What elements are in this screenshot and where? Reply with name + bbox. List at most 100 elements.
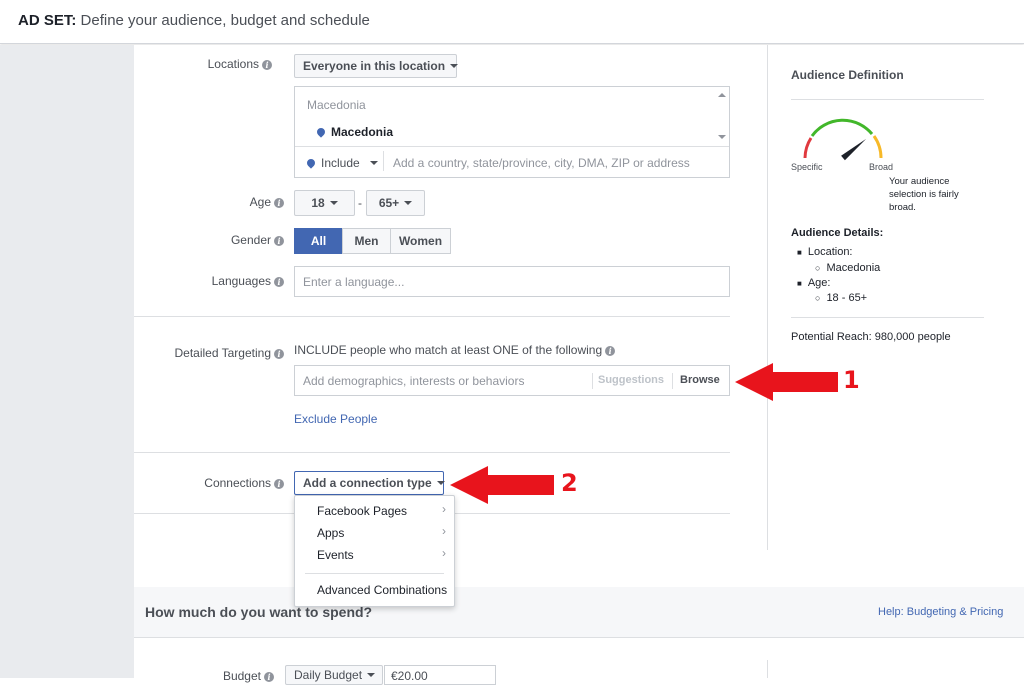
audience-detail-value: 18 - 65+ <box>826 292 868 304</box>
location-pin-icon <box>315 126 327 138</box>
gauge-description: Your audience selection is fairly broad. <box>889 175 959 214</box>
location-list[interactable]: Macedonia Macedonia <box>295 87 729 147</box>
annotation-arrow-2 <box>450 466 554 504</box>
chevron-down-icon <box>450 64 459 68</box>
annotation-number-2: 2 <box>561 469 578 497</box>
location-scope-dropdown[interactable]: Everyone in this location <box>294 54 459 78</box>
location-selector: Macedonia Macedonia Include Add a countr… <box>294 86 730 178</box>
locations-label: Locations i <box>208 57 272 71</box>
age-min-value: 18 <box>311 196 325 210</box>
info-icon[interactable]: i <box>605 346 616 356</box>
selected-location[interactable]: Macedonia <box>315 125 394 139</box>
section-divider <box>455 513 730 514</box>
location-group-title: Macedonia <box>307 98 366 112</box>
location-pin-icon <box>305 157 317 169</box>
gender-all-button[interactable]: All <box>294 228 343 254</box>
page-title: AD SET: Define your audience, budget and… <box>18 12 370 29</box>
browse-button[interactable]: Browse <box>680 374 720 386</box>
side-panel-divider <box>767 660 768 678</box>
age-max-value: 65+ <box>378 196 400 210</box>
location-list-scrollbar[interactable] <box>715 87 729 147</box>
menu-divider <box>305 573 444 574</box>
gauge-description-line: selection is fairly <box>889 189 959 200</box>
menu-item-label: Advanced Combinations <box>317 583 448 597</box>
info-icon[interactable]: i <box>274 349 284 359</box>
location-scope-label: Everyone in this location <box>303 59 446 73</box>
menu-item-label: Apps <box>317 526 345 540</box>
chevron-down-icon <box>369 161 378 165</box>
spend-section-header: How much do you want to spend? Help: Bud… <box>134 587 1024 638</box>
section-divider <box>134 513 294 514</box>
languages-label: Languages i <box>212 274 284 288</box>
age-min-dropdown[interactable]: 18 <box>294 190 355 216</box>
audience-details-title: Audience Details: <box>791 227 884 239</box>
location-search-input[interactable]: Add a country, state/province, city, DMA… <box>393 156 713 170</box>
menu-item-apps[interactable]: Apps › <box>295 524 454 544</box>
selected-location-label: Macedonia <box>331 125 394 139</box>
chevron-down-icon <box>367 673 376 677</box>
gender-men-button[interactable]: Men <box>342 228 391 254</box>
info-icon[interactable]: i <box>274 236 284 246</box>
info-icon[interactable]: i <box>274 198 284 208</box>
gauge-specific-label: Specific <box>791 162 823 172</box>
budget-type-dropdown[interactable]: Daily Budget <box>285 665 383 685</box>
age-separator: - <box>358 196 362 210</box>
audience-gauge <box>803 118 883 161</box>
gauge-broad-label: Broad <box>869 162 894 172</box>
divider <box>592 373 593 389</box>
chevron-down-icon <box>436 481 445 485</box>
include-dropdown[interactable]: Include <box>305 156 378 170</box>
budget-type-label: Daily Budget <box>294 668 363 682</box>
age-max-dropdown[interactable]: 65+ <box>366 190 425 216</box>
info-icon[interactable]: i <box>262 60 272 70</box>
scroll-down-icon[interactable] <box>718 135 726 139</box>
budget-amount-input[interactable]: €20.00 <box>384 665 496 685</box>
potential-reach: Potential Reach: 980,000 people <box>791 331 951 343</box>
menu-item-advanced-combinations[interactable]: Advanced Combinations <box>295 581 454 601</box>
detailed-targeting-input[interactable]: Add demographics, interests or behaviors <box>303 374 524 388</box>
divider <box>672 373 673 389</box>
page-title-prefix: AD SET: <box>18 12 77 29</box>
language-input[interactable]: Enter a language... <box>294 266 730 297</box>
connections-label: Connections i <box>204 476 284 490</box>
info-icon[interactable]: i <box>264 672 274 682</box>
info-icon[interactable]: i <box>274 479 284 489</box>
divider <box>383 151 384 171</box>
menu-item-label: Facebook Pages <box>317 504 408 518</box>
annotation-arrow-1 <box>735 363 838 401</box>
section-divider <box>134 316 730 317</box>
side-divider <box>791 317 984 318</box>
section-divider <box>134 452 730 453</box>
audience-detail-label: Location: <box>807 246 853 258</box>
audience-detail-value: Macedonia <box>826 262 881 274</box>
budgeting-help-link[interactable]: Help: Budgeting & Pricing <box>878 606 1003 618</box>
menu-item-facebook-pages[interactable]: Facebook Pages › <box>295 502 454 522</box>
gauge-red-segment <box>803 137 813 159</box>
add-connection-type-dropdown[interactable]: Add a connection type <box>294 471 445 495</box>
scroll-up-icon[interactable] <box>718 93 726 97</box>
language-placeholder: Enter a language... <box>303 275 405 289</box>
detailed-targeting-description: INCLUDE people who match at least ONE of… <box>294 343 616 357</box>
audience-detail-age-value: ○ 18 - 65+ <box>815 292 868 304</box>
info-icon[interactable]: i <box>274 277 284 287</box>
age-label: Age i <box>250 195 284 209</box>
side-divider <box>791 99 984 100</box>
menu-item-events[interactable]: Events › <box>295 546 454 566</box>
left-gutter <box>0 45 134 678</box>
include-label: Include <box>321 156 360 170</box>
detailed-targeting-field: Add demographics, interests or behaviors… <box>294 365 730 396</box>
gender-label: Gender i <box>231 233 284 247</box>
menu-item-label: Events <box>317 548 354 562</box>
chevron-right-icon: › <box>442 546 446 560</box>
audience-detail-label: Age: <box>807 277 831 289</box>
chevron-right-icon: › <box>442 502 446 516</box>
audience-definition-title: Audience Definition <box>791 68 904 82</box>
exclude-people-link[interactable]: Exclude People <box>294 412 377 426</box>
annotation-number-1: 1 <box>843 366 860 394</box>
gender-women-button[interactable]: Women <box>390 228 451 254</box>
page-title-subtitle: Define your audience, budget and schedul… <box>80 12 370 29</box>
budget-label: Budget i <box>223 669 274 683</box>
chevron-down-icon <box>329 201 338 205</box>
suggestions-button[interactable]: Suggestions <box>598 374 664 386</box>
chevron-right-icon: › <box>442 524 446 538</box>
